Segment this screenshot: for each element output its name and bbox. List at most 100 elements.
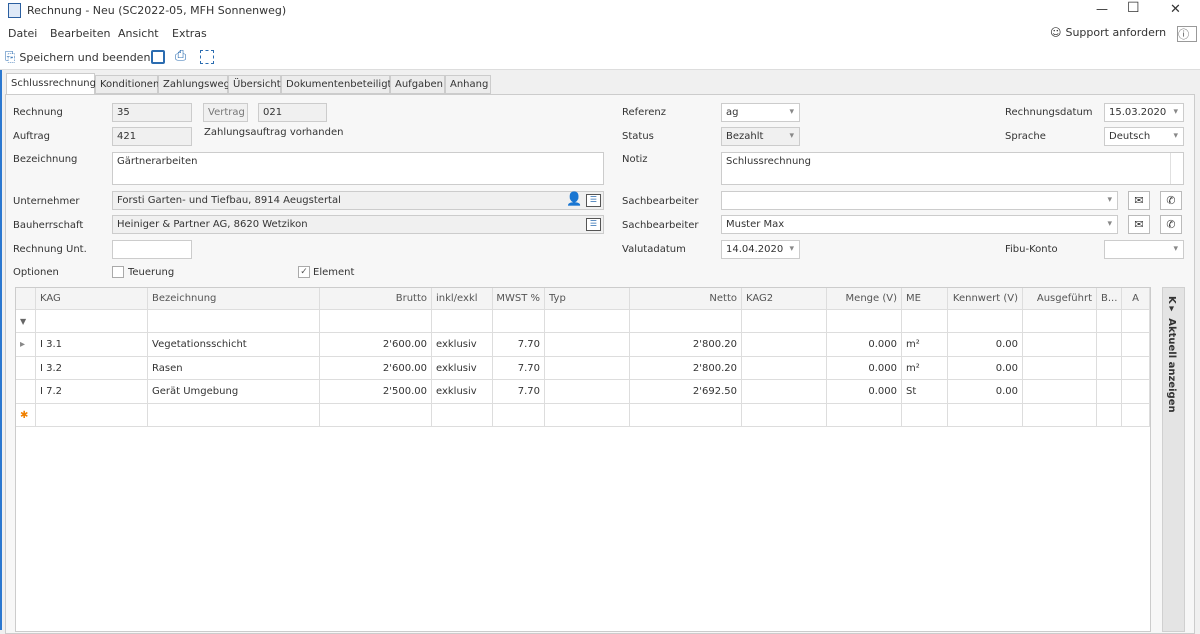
menu-ansicht[interactable]: Ansicht <box>118 27 159 40</box>
table-cell[interactable] <box>1122 357 1150 380</box>
sachbearbeiter-dropdown[interactable]: Muster Max <box>721 215 1118 234</box>
teuerung-checkbox[interactable] <box>112 266 124 278</box>
table-cell[interactable]: exklusiv <box>432 380 493 404</box>
column-header[interactable]: ME <box>902 288 948 310</box>
table-cell[interactable] <box>1122 380 1150 404</box>
filter-icon[interactable]: ▼ <box>16 310 36 333</box>
rechnung-unt-field[interactable] <box>112 240 192 259</box>
support-button[interactable]: ☺ Support anfordern ⓘ <box>1050 26 1189 42</box>
minimize-button[interactable]: — <box>1096 2 1108 16</box>
table-cell[interactable]: 2'800.20 <box>630 333 742 357</box>
new-row-cell[interactable] <box>948 404 1023 427</box>
mail-icon[interactable]: ✉ <box>1128 191 1150 210</box>
referenz-dropdown[interactable]: ag <box>721 103 800 122</box>
contact-card-icon[interactable]: ☰ <box>586 194 601 207</box>
new-row-cell[interactable] <box>493 404 545 427</box>
menu-bearbeiten[interactable]: Bearbeiten <box>50 27 110 40</box>
tab-aufgaben[interactable]: Aufgaben <box>390 75 445 94</box>
table-cell[interactable]: I 7.2 <box>36 380 148 404</box>
column-header[interactable]: Menge (V) <box>827 288 902 310</box>
rechnungsdatum-picker[interactable]: 15.03.2020 <box>1104 103 1184 122</box>
table-cell[interactable] <box>742 333 827 357</box>
table-cell[interactable]: Rasen <box>148 357 320 380</box>
table-cell[interactable] <box>1097 333 1122 357</box>
new-row-cell[interactable] <box>902 404 948 427</box>
column-header[interactable]: KAG <box>36 288 148 310</box>
table-cell[interactable] <box>545 380 630 404</box>
filter-cell[interactable] <box>545 310 630 333</box>
filter-cell[interactable] <box>493 310 545 333</box>
notiz-scrollbar[interactable] <box>1170 153 1183 184</box>
bezeichnung-field[interactable]: Gärtnerarbeiten <box>112 152 604 185</box>
column-header[interactable]: Netto <box>630 288 742 310</box>
filter-cell[interactable] <box>148 310 320 333</box>
column-header[interactable]: inkl/exkl <box>432 288 493 310</box>
save-close-button[interactable]: ⎘ Speichern und beenden <box>5 50 150 65</box>
table-cell[interactable] <box>1023 357 1097 380</box>
table-cell[interactable] <box>1097 357 1122 380</box>
column-header[interactable]: B... <box>1097 288 1122 310</box>
table-cell[interactable]: exklusiv <box>432 357 493 380</box>
table-cell[interactable]: 0.000 <box>827 357 902 380</box>
menu-extras[interactable]: Extras <box>172 27 207 40</box>
table-cell[interactable]: 2'600.00 <box>320 357 432 380</box>
sachbearbeiter-dropdown[interactable] <box>721 191 1118 210</box>
new-row-cell[interactable] <box>36 404 148 427</box>
table-cell[interactable]: 2'600.00 <box>320 333 432 357</box>
menu-datei[interactable]: Datei <box>8 27 37 40</box>
new-row-cell[interactable] <box>630 404 742 427</box>
row-indicator[interactable]: ▸ <box>16 333 36 357</box>
element-checkbox[interactable]: ✓ <box>298 266 310 278</box>
side-panel-toggle[interactable]: K▾ Aktuell anzeigen <box>1162 287 1185 632</box>
table-cell[interactable]: St <box>902 380 948 404</box>
filter-cell[interactable] <box>742 310 827 333</box>
table-cell[interactable]: I 3.1 <box>36 333 148 357</box>
vertrag-button[interactable]: Vertrag <box>203 103 248 122</box>
qr-print-icon[interactable] <box>200 50 214 64</box>
tab-zahlungsweg[interactable]: Zahlungsweg <box>158 75 230 94</box>
table-cell[interactable] <box>1023 380 1097 404</box>
table-cell[interactable] <box>545 357 630 380</box>
table-cell[interactable]: 7.70 <box>493 380 545 404</box>
unternehmer-field[interactable]: Forsti Garten- und Tiefbau, 8914 Aeugste… <box>112 191 604 210</box>
filter-cell[interactable] <box>1023 310 1097 333</box>
mail-icon[interactable]: ✉ <box>1128 215 1150 234</box>
tab-konditionen[interactable]: Konditionen <box>95 75 159 94</box>
column-header[interactable]: Ausgeführt <box>1023 288 1097 310</box>
auftrag-field[interactable]: 421 <box>112 127 192 146</box>
table-cell[interactable]: 2'800.20 <box>630 357 742 380</box>
table-cell[interactable]: 2'692.50 <box>630 380 742 404</box>
notiz-field[interactable]: Schlussrechnung <box>721 152 1184 185</box>
filter-cell[interactable] <box>320 310 432 333</box>
table-cell[interactable]: m² <box>902 357 948 380</box>
table-cell[interactable]: 0.00 <box>948 333 1023 357</box>
table-cell[interactable]: 0.00 <box>948 380 1023 404</box>
filter-cell[interactable] <box>827 310 902 333</box>
tab-schlussrechnung[interactable]: Schlussrechnung <box>6 73 96 95</box>
column-header[interactable]: Typ <box>545 288 630 310</box>
new-row-cell[interactable] <box>545 404 630 427</box>
phone-icon[interactable]: ✆ <box>1160 191 1182 210</box>
tab-uebersicht[interactable]: Übersicht <box>228 75 281 94</box>
column-header[interactable]: Bezeichnung <box>148 288 320 310</box>
close-button[interactable]: ✕ <box>1170 2 1181 17</box>
filter-cell[interactable] <box>1097 310 1122 333</box>
table-cell[interactable]: 2'500.00 <box>320 380 432 404</box>
maximize-button[interactable]: ☐ <box>1127 0 1140 16</box>
bauherrschaft-field[interactable]: Heiniger & Partner AG, 8620 Wetzikon <box>112 215 604 234</box>
person-icon[interactable]: 👤 <box>566 192 582 207</box>
new-row-icon[interactable]: ✱ <box>16 404 36 427</box>
rechnung-field[interactable]: 35 <box>112 103 192 122</box>
table-cell[interactable] <box>742 380 827 404</box>
vertrag-field[interactable]: 021 <box>258 103 327 122</box>
table-cell[interactable] <box>1097 380 1122 404</box>
status-dropdown[interactable]: Bezahlt <box>721 127 800 146</box>
table-cell[interactable]: 7.70 <box>493 333 545 357</box>
table-cell[interactable] <box>1023 333 1097 357</box>
table-cell[interactable]: Vegetationsschicht <box>148 333 320 357</box>
new-row-cell[interactable] <box>148 404 320 427</box>
filter-cell[interactable] <box>948 310 1023 333</box>
phone-icon[interactable]: ✆ <box>1160 215 1182 234</box>
tab-dokumentenbeteiligte[interactable]: Dokumentenbeteiligte <box>281 75 398 94</box>
table-cell[interactable]: exklusiv <box>432 333 493 357</box>
